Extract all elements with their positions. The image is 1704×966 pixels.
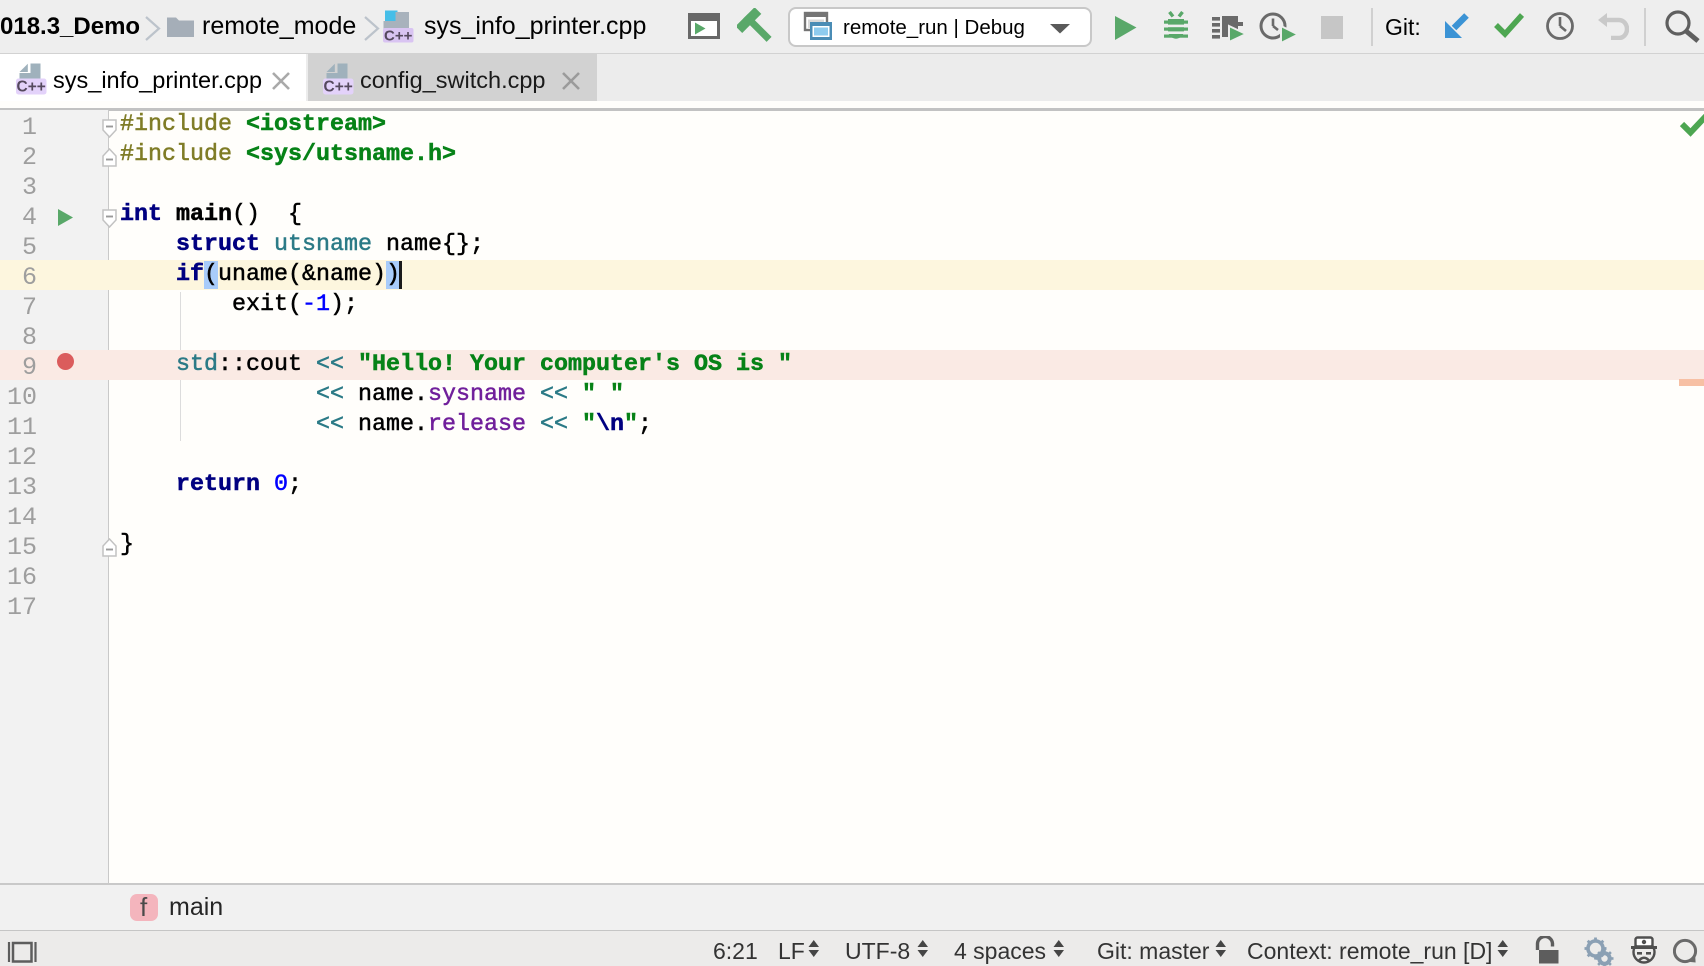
svg-text:C++: C++ [17,79,46,96]
svg-text:C++: C++ [324,79,353,96]
svg-text:C++: C++ [384,28,413,44]
